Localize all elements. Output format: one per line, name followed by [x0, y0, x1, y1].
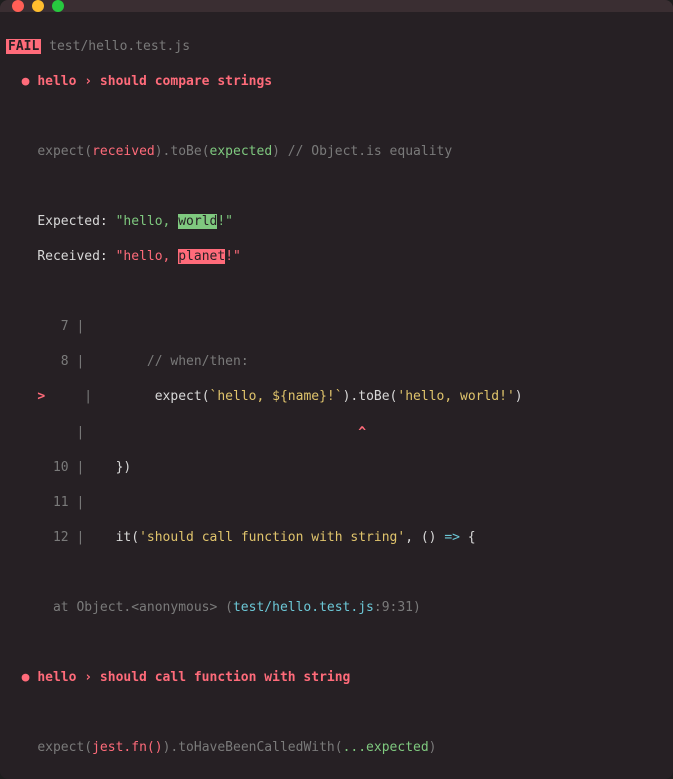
expected-value: "hello, world!"	[116, 214, 233, 229]
error-marker: >	[37, 389, 45, 404]
test-file-path: test/hello.test.js	[41, 39, 190, 54]
code-line-error: expect(`hello, ${name}!`).toBe('hello, w…	[155, 389, 523, 404]
received-label: Received:	[37, 249, 107, 264]
line-number: 11 |	[37, 495, 84, 510]
caret-marker: ^	[358, 425, 366, 440]
maximize-icon[interactable]	[52, 0, 64, 12]
line-number: 12 |	[37, 530, 84, 545]
code-line: it('should call function with string', (…	[100, 530, 476, 545]
test-title: hello › should compare strings	[37, 74, 272, 89]
line-number: 7 |	[37, 319, 84, 334]
terminal-window: FAIL test/hello.test.js ● hello › should…	[0, 0, 673, 779]
received-word: received	[92, 144, 155, 159]
equality-comment: // Object.is equality	[280, 144, 452, 159]
expect-call: expect(	[37, 740, 92, 755]
terminal-output: FAIL test/hello.test.js ● hello › should…	[0, 12, 673, 779]
line-number: 10 |	[37, 460, 84, 475]
expected-label: Expected:	[37, 214, 107, 229]
fail-badge: FAIL	[6, 39, 41, 54]
minimize-icon[interactable]	[32, 0, 44, 12]
stack-trace: at Object.<anonymous> (test/hello.test.j…	[53, 600, 421, 615]
test-title: hello › should call function with string	[37, 670, 350, 685]
window-titlebar	[0, 0, 673, 12]
expected-word: expected	[210, 144, 273, 159]
expect-call: expect(	[37, 144, 92, 159]
bullet-icon: ●	[22, 670, 30, 685]
close-icon[interactable]	[12, 0, 24, 12]
bullet-icon: ●	[22, 74, 30, 89]
line-number: 8 |	[37, 354, 84, 369]
code-comment: // when/then:	[100, 354, 249, 369]
received-value: "hello, planet!"	[116, 249, 241, 264]
